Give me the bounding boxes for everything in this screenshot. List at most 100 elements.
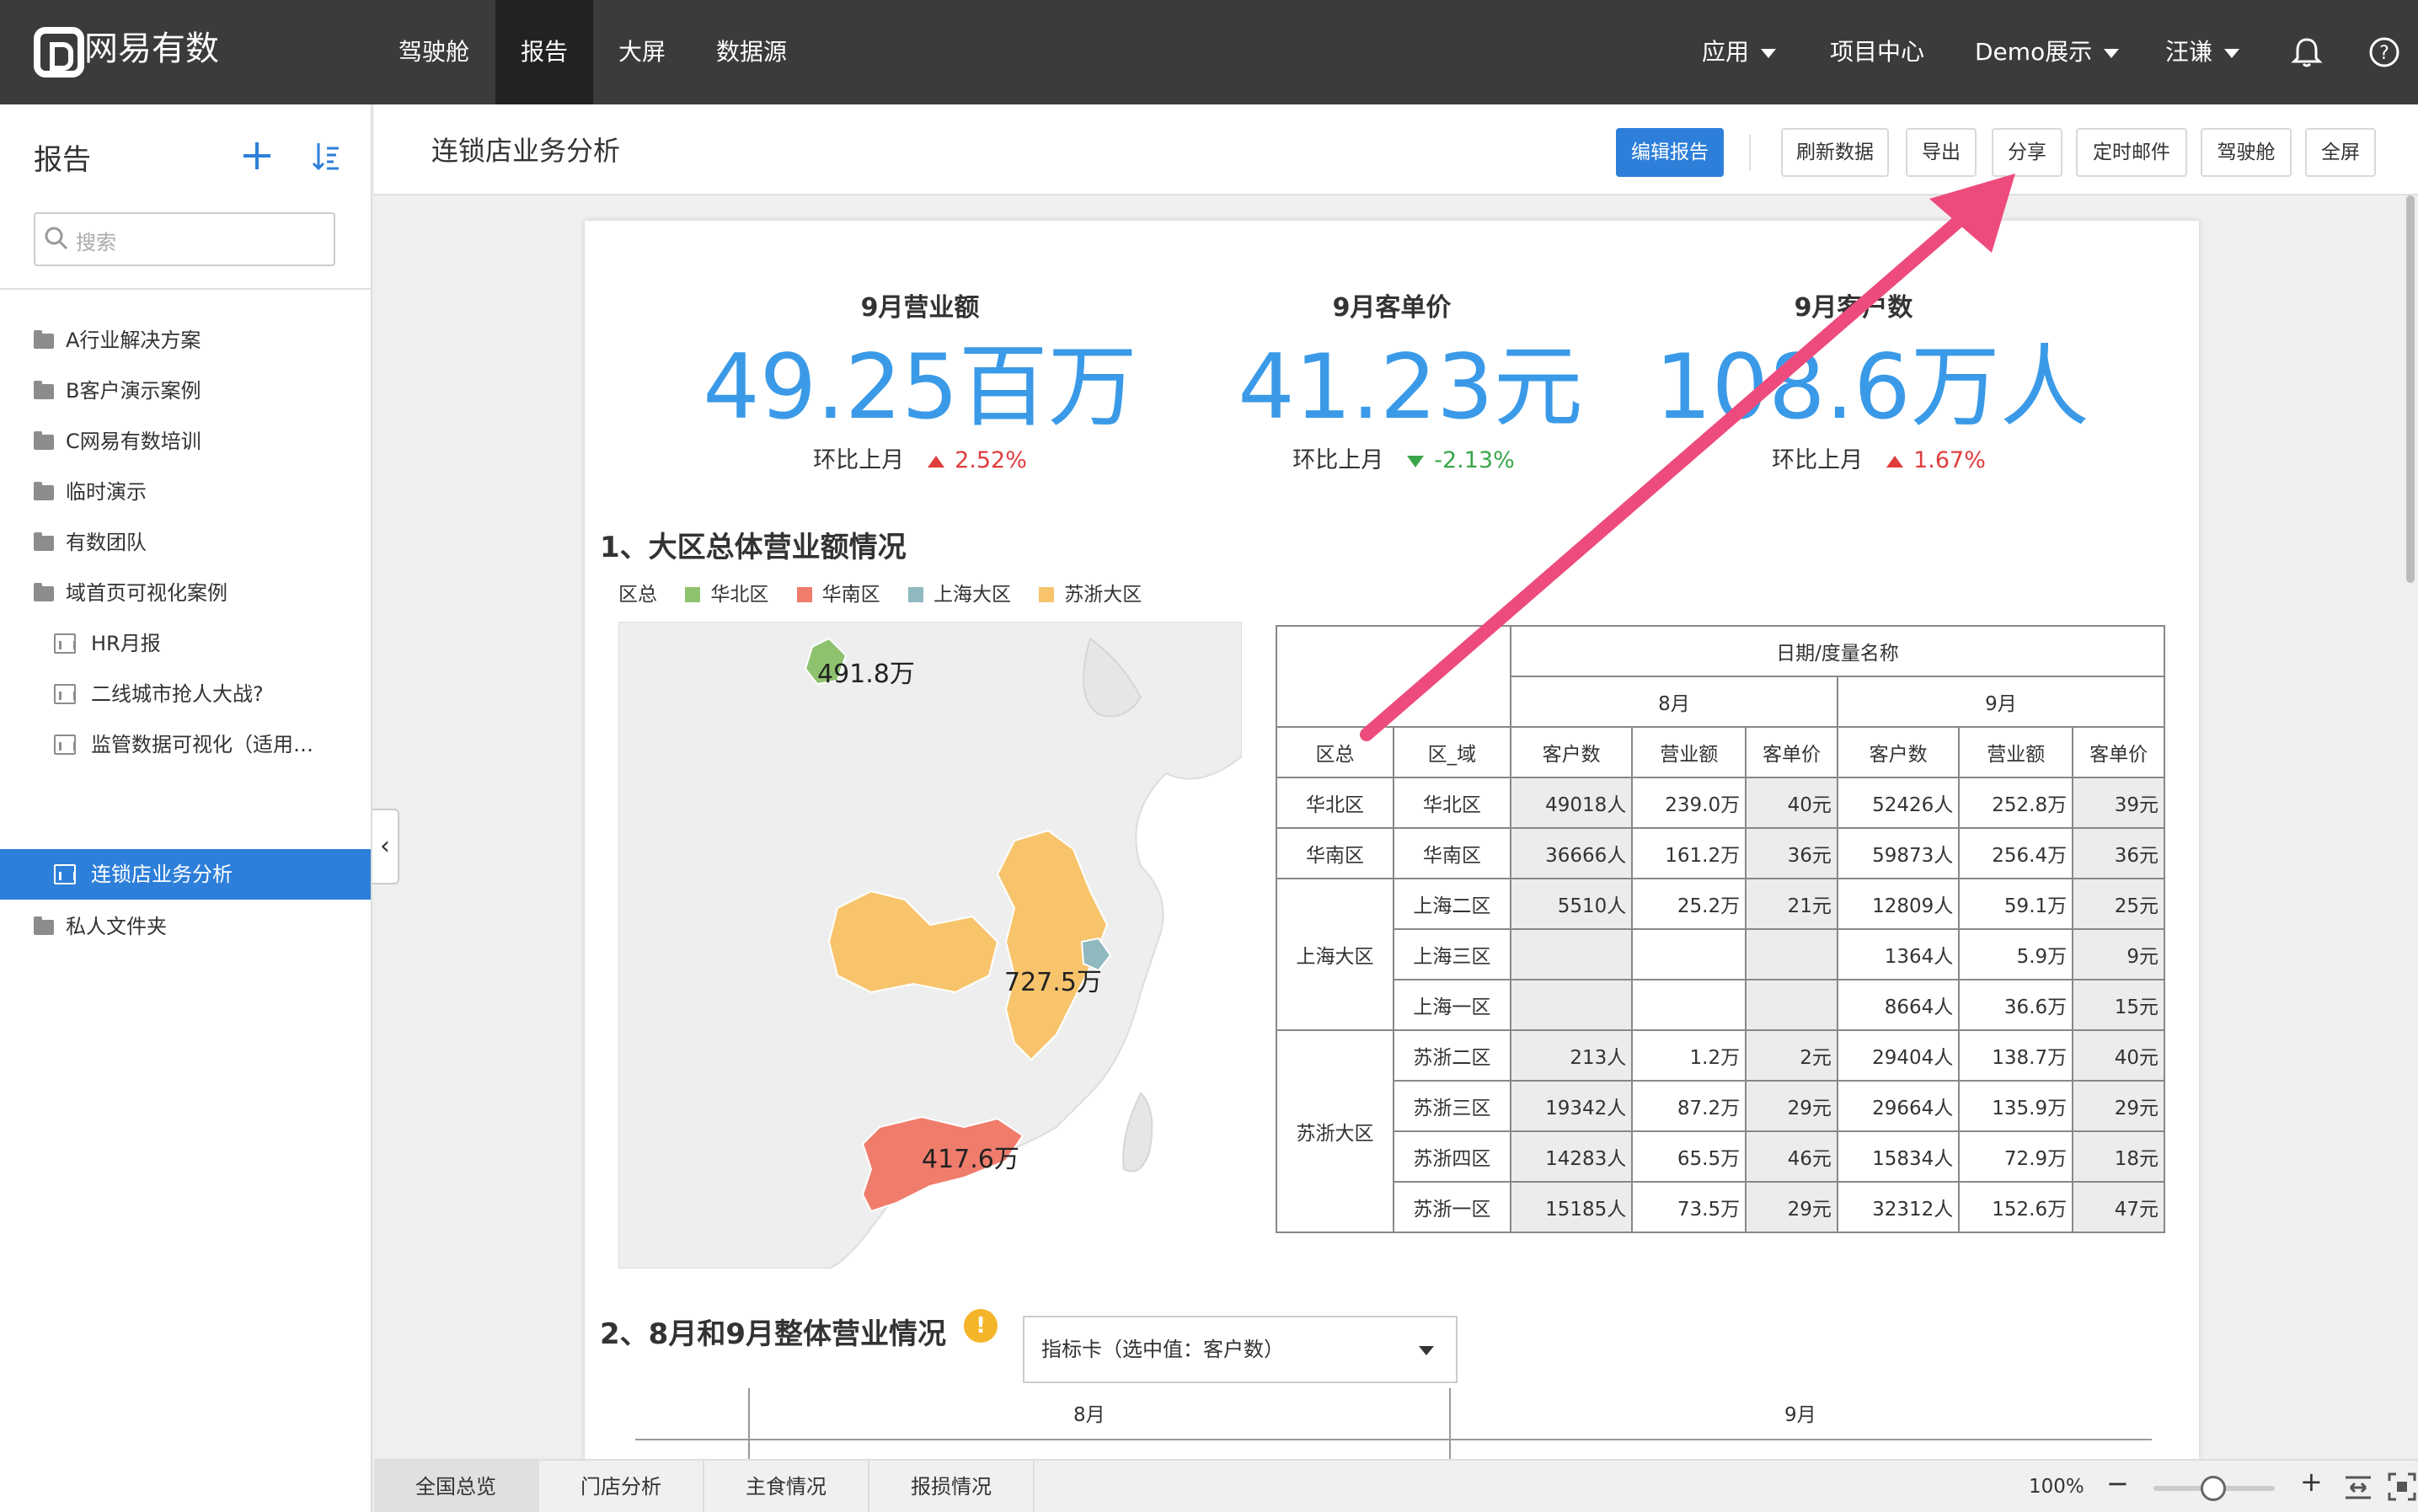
- district-cell: 华南区: [1392, 827, 1511, 879]
- zoom-level: 100%: [2029, 1476, 2084, 1498]
- user-name: 汪谦: [2165, 38, 2213, 66]
- folder-visualization-cases[interactable]: 域首页可视化案例: [0, 568, 371, 618]
- export-button[interactable]: 导出: [1906, 128, 1977, 177]
- value-cell: [1745, 979, 1838, 1031]
- folder-private[interactable]: 私人文件夹: [0, 901, 371, 952]
- table-header-row: 区总 区_域 客户数 营业额 客单价 客户数 营业额 客单价: [1276, 726, 2165, 778]
- zoom-in-icon[interactable]: +: [2300, 1466, 2323, 1498]
- report-chain-store-analysis[interactable]: 连锁店业务分析: [0, 849, 371, 900]
- vertical-scrollbar[interactable]: [2406, 195, 2415, 583]
- kpi-title: 9月客单价: [1332, 293, 1452, 323]
- sheet-tab-store[interactable]: 门店分析: [539, 1461, 704, 1512]
- pivot-table-body: 日期/度量名称 8月 9月 区总 区_域 客户数 营业额 客单价 客户数 营业额 客单价 华北区 华北区…: [1276, 625, 2166, 1233]
- demo-menu[interactable]: Demo展示: [1975, 0, 2120, 104]
- down-arrow-icon: [1407, 455, 1425, 467]
- report-canvas: 9月营业额 49.25百万 环比上月 2.52% 9月客单价 41.23元 环比上…: [585, 221, 2199, 1459]
- value-cell: 138.7万: [1958, 1029, 2074, 1082]
- notification-bell-icon[interactable]: [2290, 35, 2324, 69]
- select-value: 指标卡（选中值：客户数）: [1041, 1338, 1284, 1361]
- nav-cockpit[interactable]: 驾驶舱: [379, 0, 489, 104]
- month-header-cell: 8月: [1509, 676, 1838, 728]
- table-divider: [1449, 1388, 1451, 1459]
- indicator-card-select[interactable]: 指标卡（选中值：客户数）: [1023, 1316, 1458, 1383]
- zoom-slider-handle[interactable]: [2201, 1476, 2226, 1501]
- netease-youshu-logo-icon[interactable]: [34, 27, 84, 77]
- fit-width-icon[interactable]: [2344, 1474, 2373, 1501]
- sheet-tab-loss[interactable]: 报损情况: [869, 1461, 1035, 1512]
- column-header-cell[interactable]: 客单价: [2072, 726, 2165, 778]
- value-cell: 40元: [2072, 1029, 2165, 1082]
- caret-down-icon: [2104, 48, 2120, 58]
- column-header-cell[interactable]: 客单价: [1745, 726, 1838, 778]
- value-cell: 36.6万: [1958, 979, 2074, 1031]
- folder-c-training[interactable]: C网易有数培训: [0, 416, 371, 467]
- brand-name[interactable]: 网易有数: [84, 25, 219, 72]
- apps-menu[interactable]: 应用: [1702, 0, 1777, 104]
- value-cell: 29664人: [1836, 1080, 1961, 1132]
- value-cell: 29元: [2072, 1080, 2165, 1132]
- collapse-sidebar-button[interactable]: ‹: [372, 809, 399, 884]
- kpi-change-value: -2.13%: [1434, 447, 1515, 473]
- sidebar-search-input[interactable]: 搜索: [34, 212, 335, 266]
- region-pivot-table: 日期/度量名称 8月 9月 区总 区_域 客户数 营业额 客单价 客户数 营业额 客单价 华北区 华北区…: [1276, 625, 2166, 1233]
- legend-item[interactable]: 华南区: [822, 584, 880, 606]
- value-cell: 21元: [1745, 878, 1838, 930]
- legend-item[interactable]: 苏浙大区: [1064, 584, 1142, 606]
- column-header-cell[interactable]: 营业额: [1631, 726, 1747, 778]
- report-hr-monthly[interactable]: HR月报: [0, 618, 371, 669]
- value-cell: 52426人: [1836, 777, 1961, 829]
- sort-icon[interactable]: [312, 142, 340, 172]
- value-cell: 14283人: [1509, 1130, 1634, 1183]
- help-icon[interactable]: ?: [2367, 35, 2401, 69]
- column-header-cell[interactable]: 区总: [1276, 726, 1394, 778]
- report-chart-icon: [54, 735, 76, 755]
- kpi-change-value: 2.52%: [955, 447, 1027, 473]
- value-cell: 213人: [1509, 1029, 1634, 1082]
- folder-team[interactable]: 有数团队: [0, 517, 371, 568]
- sheet-tab-overview[interactable]: 全国总览: [374, 1461, 539, 1512]
- table-row: 上海一区 8664人 36.6万 15元: [1276, 979, 2165, 1031]
- report-talent-war[interactable]: 二线城市抢人大战?: [0, 669, 371, 719]
- folder-temp-demo[interactable]: 临时演示: [0, 467, 371, 517]
- column-header-cell[interactable]: 客户数: [1836, 726, 1961, 778]
- value-cell: [1745, 928, 1838, 980]
- warning-icon[interactable]: !: [964, 1309, 998, 1343]
- user-menu[interactable]: 汪谦: [2165, 0, 2240, 104]
- demo-menu-label: Demo展示: [1975, 38, 2093, 66]
- value-cell: 19342人: [1509, 1080, 1634, 1132]
- legend-item[interactable]: 上海大区: [933, 584, 1011, 606]
- zoom-out-icon[interactable]: −: [2106, 1467, 2129, 1499]
- folder-a-industry[interactable]: A行业解决方案: [0, 315, 371, 366]
- fullscreen-button[interactable]: 全屏: [2305, 128, 2376, 177]
- project-center-link[interactable]: 项目中心: [1830, 0, 1924, 104]
- value-cell: 12809人: [1836, 878, 1961, 930]
- column-header-cell[interactable]: 区_域: [1392, 726, 1511, 778]
- kpi-change: 环比上月 -2.13%: [1193, 441, 1614, 474]
- column-header-cell[interactable]: 营业额: [1958, 726, 2074, 778]
- fit-screen-icon[interactable]: [2388, 1472, 2416, 1501]
- value-cell: 73.5万: [1631, 1181, 1747, 1233]
- value-cell: 46元: [1745, 1130, 1838, 1183]
- nav-data-source[interactable]: 数据源: [699, 0, 804, 104]
- month-header-cell: 9月: [1836, 676, 2166, 728]
- edit-report-button[interactable]: 编辑报告: [1616, 128, 1724, 177]
- nav-report[interactable]: 报告: [495, 0, 593, 104]
- sheet-tab-staple[interactable]: 主食情况: [704, 1461, 869, 1512]
- refresh-data-button[interactable]: 刷新数据: [1781, 128, 1889, 177]
- folder-b-customer[interactable]: B客户演示案例: [0, 366, 371, 416]
- legend-item[interactable]: 华北区: [710, 584, 768, 606]
- sidebar-divider: [0, 288, 371, 290]
- cockpit-button[interactable]: 驾驶舱: [2201, 128, 2292, 177]
- nav-big-screen[interactable]: 大屏: [598, 0, 686, 104]
- add-icon[interactable]: [241, 140, 273, 172]
- column-header-cell[interactable]: 客户数: [1509, 726, 1634, 778]
- report-regulatory-data[interactable]: 监管数据可视化（适用…: [0, 719, 371, 770]
- kpi-value: 41.23元: [1238, 335, 1583, 439]
- apps-menu-label: 应用: [1702, 38, 1750, 66]
- share-button[interactable]: 分享: [1992, 128, 2062, 177]
- legend-swatch-suzhe: [1039, 587, 1055, 602]
- table-row: 苏浙大区 苏浙二区 213人 1.2万 2元 29404人 138.7万 40元: [1276, 1029, 2165, 1233]
- map-legend: 区总 华北区 华南区 上海大区 苏浙大区: [618, 578, 1142, 606]
- region-revenue-map[interactable]: 491.8万 727.5万 417.6万: [618, 622, 1242, 1269]
- scheduled-email-button[interactable]: 定时邮件: [2076, 128, 2187, 177]
